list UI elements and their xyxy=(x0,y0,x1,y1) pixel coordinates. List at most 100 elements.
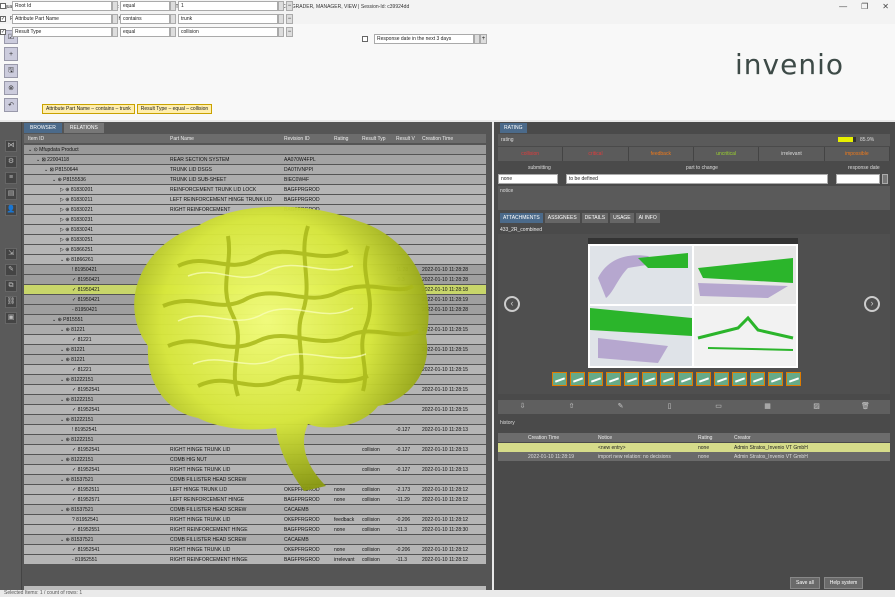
filter-chip[interactable]: Result Type – equal – collision xyxy=(136,104,213,114)
filter-value-dropdown[interactable] xyxy=(278,27,284,37)
help-system-button[interactable]: Help system xyxy=(823,577,864,589)
download-icon[interactable]: ⇩ xyxy=(498,400,547,414)
settings-icon[interactable]: ⚙ xyxy=(5,156,17,168)
filter-field-select[interactable]: Result Type xyxy=(12,27,112,37)
attachment-thumbnail[interactable] xyxy=(552,372,567,386)
tab-rating[interactable]: RATING xyxy=(500,123,527,133)
filter-operator-select[interactable]: equal xyxy=(120,1,170,11)
filter-field-dropdown[interactable] xyxy=(112,14,118,24)
history-col-notice[interactable]: Notice xyxy=(598,435,612,441)
history-row[interactable]: <new entry> none Admin Stratos_Invenio VT … xyxy=(498,443,890,452)
col-result-type[interactable]: Result Typ xyxy=(362,136,386,142)
attachment-thumbnail[interactable] xyxy=(750,372,765,386)
rating-button-1[interactable]: critical xyxy=(563,147,629,161)
rating-button-3[interactable]: uncritical xyxy=(693,147,760,161)
col-result-value[interactable]: Result V xyxy=(396,136,415,142)
subtab-1[interactable]: ASSIGNEES xyxy=(544,213,580,223)
close-button[interactable]: ✕ xyxy=(882,2,889,11)
table-row[interactable]: ✓ 81952551 RIGHT REINFORCEMENT HINGE BAGFP… xyxy=(24,525,486,534)
grid-icon[interactable]: ▦ xyxy=(743,400,792,414)
table-row[interactable]: ⌄ ⊕ P8155536 TRUNK LID SUB-SHEET BIEC0W4F xyxy=(24,175,486,184)
attachment-thumbnail[interactable] xyxy=(786,372,801,386)
table-row[interactable]: ⌄ ⊕ 81537521 COMB FILLISTER HEAD SCREW CAC… xyxy=(24,505,486,514)
delete-icon[interactable]: 🗑 xyxy=(841,400,890,414)
document-icon[interactable]: ▭ xyxy=(694,400,743,414)
filter-minus-button[interactable]: − xyxy=(286,1,293,11)
filter-operator-select[interactable]: equal xyxy=(120,27,170,37)
maximize-button[interactable]: ❐ xyxy=(861,2,868,11)
save-all-button[interactable]: Save all xyxy=(790,577,820,589)
attachment-thumbnail[interactable] xyxy=(732,372,747,386)
attachment-thumbnail[interactable] xyxy=(714,372,729,386)
history-col-creator[interactable]: Creator xyxy=(734,435,751,441)
table-row[interactable]: ⌄ ⊙ Mfupdata Product xyxy=(24,145,486,154)
filter-operator-dropdown[interactable] xyxy=(170,14,176,24)
filter-value-dropdown[interactable] xyxy=(278,1,284,11)
response-date-field[interactable]: Response date in the next 3 days xyxy=(374,34,474,44)
filter-value-input[interactable]: trunk xyxy=(178,14,278,24)
tab-browser[interactable]: BROWSER xyxy=(24,123,62,133)
attachment-thumbnail[interactable] xyxy=(678,372,693,386)
attachment-thumbnail[interactable] xyxy=(768,372,783,386)
add-filter-icon[interactable]: + xyxy=(4,47,18,61)
table-row[interactable]: ⌄ ⊕ 81537521 COMB FILLISTER HEAD SCREW CAC… xyxy=(24,535,486,544)
image-attachment-icon[interactable]: ▨ xyxy=(792,400,841,414)
rating-button-0[interactable]: collision xyxy=(498,147,564,161)
history-row[interactable]: 2022-01-10 11:28:19 import new relation: … xyxy=(498,452,890,461)
attachment-thumbnail[interactable] xyxy=(570,372,585,386)
table-row[interactable]: ⌄ ⊠ 22004118 REAR SECTION SYSTEM AA070W4FP… xyxy=(24,155,486,164)
col-revision-id[interactable]: Revision ID xyxy=(284,136,310,142)
next-attachment-icon[interactable]: › xyxy=(864,296,880,312)
filter-field-select[interactable]: Root Id xyxy=(12,1,112,11)
notice-field[interactable]: notice xyxy=(498,186,890,210)
subtab-3[interactable]: USAGE xyxy=(610,213,634,223)
table-row[interactable]: ? 81952541 RIGHT HINGE TRUNK LID OKEPFRGRO… xyxy=(24,515,486,524)
subtab-0[interactable]: ATTACHMENTS xyxy=(500,213,543,223)
history-col-time[interactable]: Creation Time xyxy=(528,435,559,441)
tab-relations[interactable]: RELATIONS xyxy=(63,123,104,133)
filter-checkbox[interactable] xyxy=(0,3,6,9)
filter-field-select[interactable]: Attribute Part Name xyxy=(12,14,112,24)
file-icon[interactable]: ▯ xyxy=(645,400,694,414)
export-icon[interactable]: ⇲ xyxy=(5,248,17,260)
table-row[interactable]: ⌄ ⊠ P8150644 TRUNK LID DSGS DA0TIVNPPI xyxy=(24,165,486,174)
history-col-rating[interactable]: Rating xyxy=(698,435,712,441)
edit-attachment-icon[interactable]: ✎ xyxy=(596,400,645,414)
upload-icon[interactable]: ⇧ xyxy=(547,400,596,414)
rating-button-4[interactable]: irrelevant xyxy=(759,147,825,161)
attachment-thumbnail[interactable] xyxy=(696,372,711,386)
filter-chip[interactable]: Attribute Part Name – contains – trunk xyxy=(42,104,135,114)
col-rating[interactable]: Rating xyxy=(334,136,348,142)
filter-operator-select[interactable]: contains xyxy=(120,14,170,24)
response-date-input[interactable] xyxy=(836,174,880,184)
filter-operator-dropdown[interactable] xyxy=(170,27,176,37)
col-item-id[interactable]: Item ID xyxy=(28,136,44,142)
col-part-name[interactable]: Part Name xyxy=(170,136,194,142)
filter-value-dropdown[interactable] xyxy=(278,14,284,24)
rating-button-5[interactable]: impossible xyxy=(824,147,890,161)
image-icon[interactable]: ▣ xyxy=(5,312,17,324)
attachment-thumbnail[interactable] xyxy=(642,372,657,386)
list-icon[interactable]: ≡ xyxy=(5,172,17,184)
layers-icon[interactable]: ▤ xyxy=(5,188,17,200)
clear-filter-icon[interactable]: ⊗ xyxy=(4,81,18,95)
attachment-thumbnail[interactable] xyxy=(624,372,639,386)
filter-minus-button[interactable]: − xyxy=(286,14,293,24)
undo-icon[interactable]: ↶ xyxy=(4,98,18,112)
subtab-4[interactable]: AI INFO xyxy=(635,213,660,223)
attachment-thumbnail[interactable] xyxy=(588,372,603,386)
link-icon[interactable]: ⛓ xyxy=(5,296,17,308)
filter-value-input[interactable]: 1 xyxy=(178,1,278,11)
filter-checkbox[interactable]: ✓ xyxy=(0,29,6,35)
table-row[interactable]: - 81952551 RIGHT REINFORCEMENT HINGE BAGFP… xyxy=(24,555,486,564)
save-filter-icon[interactable]: 🖫 xyxy=(4,64,18,78)
attachment-thumbnail[interactable] xyxy=(606,372,621,386)
filter-field-dropdown[interactable] xyxy=(112,1,118,11)
table-row[interactable]: ▷ ⊕ 81830201 REINFORCEMENT TRUNK LID LOCK… xyxy=(24,185,486,194)
table-row[interactable]: ✓ 81952571 LEFT REINFORCEMENT HINGE BAGFPR… xyxy=(24,495,486,504)
user-icon[interactable]: 👤 xyxy=(5,204,17,216)
copy-icon[interactable]: ⧉ xyxy=(5,280,17,292)
rating-button-2[interactable]: feedback xyxy=(628,147,694,161)
submitting-select[interactable]: none xyxy=(498,174,558,184)
prev-attachment-icon[interactable]: ‹ xyxy=(504,296,520,312)
